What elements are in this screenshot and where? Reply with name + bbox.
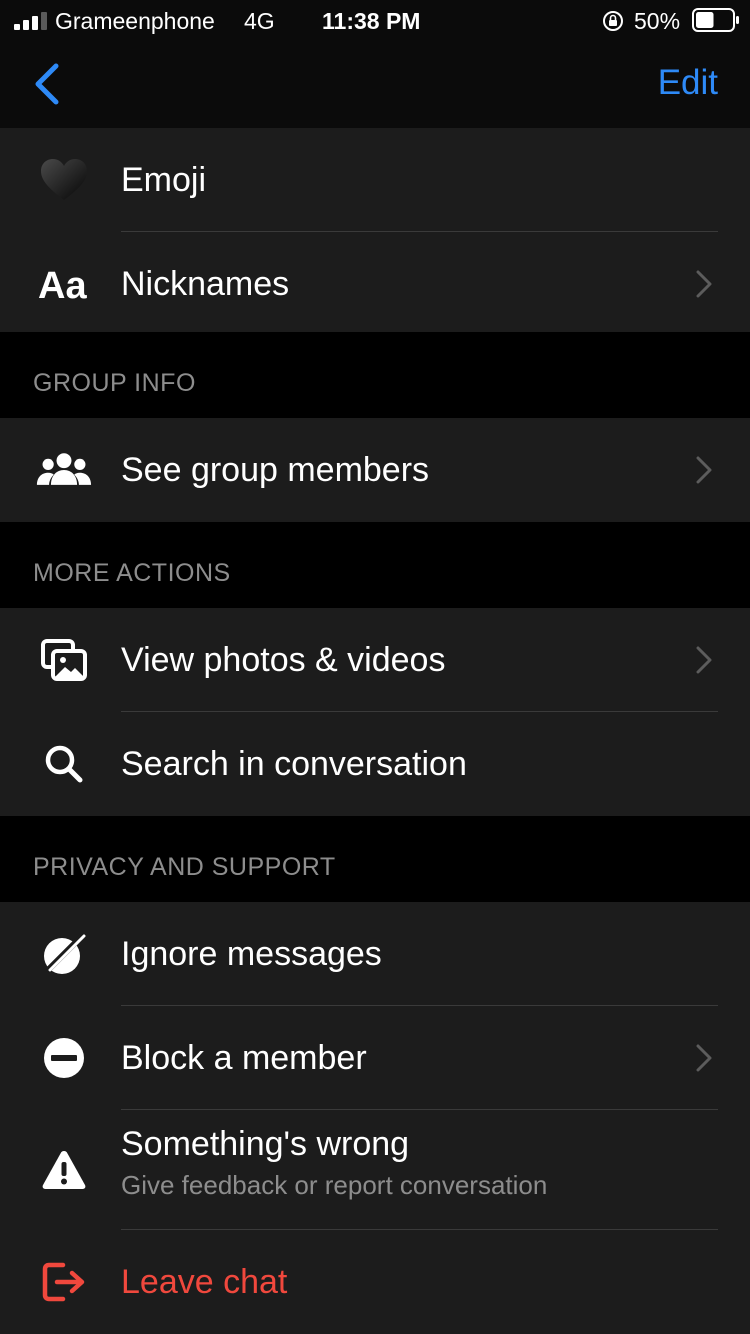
something-wrong-row[interactable]: Something's wrong Give feedback or repor… xyxy=(0,1110,750,1230)
section-header-more-actions: MORE ACTIONS xyxy=(33,559,231,587)
chevron-right-icon xyxy=(696,646,712,674)
chevron-right-icon xyxy=(696,1044,712,1072)
status-time: 11:38 PM xyxy=(322,8,421,34)
people-icon xyxy=(36,444,92,496)
block-icon xyxy=(36,1032,92,1084)
something-wrong-label: Something's wrong xyxy=(121,1125,410,1163)
leave-chat-row[interactable]: Leave chat xyxy=(0,1230,750,1334)
nicknames-label: Nicknames xyxy=(121,265,290,303)
status-bar: Grameenphone 4G 11:38 PM 50% xyxy=(0,0,750,40)
emoji-label: Emoji xyxy=(121,161,207,199)
text-aa-icon: Aa xyxy=(36,258,92,310)
black-heart-icon xyxy=(36,154,92,206)
ignore-messages-label: Ignore messages xyxy=(121,935,382,973)
leave-icon xyxy=(36,1256,92,1308)
chevron-right-icon xyxy=(696,456,712,484)
battery-percent: 50% xyxy=(634,8,681,34)
block-member-label: Block a member xyxy=(121,1039,367,1077)
svg-text:Aa: Aa xyxy=(38,265,87,306)
orientation-lock-icon xyxy=(603,11,623,31)
warning-icon xyxy=(36,1144,92,1196)
navigation-bar: Edit xyxy=(0,40,750,128)
search-in-conversation-row[interactable]: Search in conversation xyxy=(0,712,750,816)
ignore-messages-row[interactable]: Ignore messages xyxy=(0,902,750,1006)
signal-strength-icon xyxy=(14,12,47,30)
photos-icon xyxy=(36,634,92,686)
carrier-name: Grameenphone xyxy=(55,8,215,34)
section-header-group-info: GROUP INFO xyxy=(33,369,196,397)
chevron-right-icon xyxy=(696,270,712,298)
privacy-support-group: Ignore messages Block a member Something… xyxy=(0,902,750,1334)
ignore-icon xyxy=(36,928,92,980)
search-icon xyxy=(36,738,92,790)
battery-icon xyxy=(692,8,739,32)
chevron-left-icon xyxy=(35,63,59,105)
chat-customization-group: Emoji Aa Nicknames xyxy=(0,128,750,332)
nicknames-row[interactable]: Aa Nicknames xyxy=(0,232,750,336)
back-button[interactable] xyxy=(28,62,68,106)
network-type: 4G xyxy=(244,8,275,34)
search-in-conversation-label: Search in conversation xyxy=(121,745,467,783)
more-actions-group: View photos & videos Search in conversat… xyxy=(0,608,750,816)
view-photos-videos-label: View photos & videos xyxy=(121,641,446,679)
edit-button[interactable]: Edit xyxy=(658,60,718,106)
block-member-row[interactable]: Block a member xyxy=(0,1006,750,1110)
see-group-members-row[interactable]: See group members xyxy=(0,418,750,522)
see-group-members-label: See group members xyxy=(121,451,430,489)
emoji-row[interactable]: Emoji xyxy=(0,128,750,232)
group-info-group: See group members xyxy=(0,418,750,522)
leave-chat-label: Leave chat xyxy=(121,1263,288,1301)
something-wrong-sublabel: Give feedback or report conversation xyxy=(121,1170,548,1200)
view-photos-videos-row[interactable]: View photos & videos xyxy=(0,608,750,712)
section-header-privacy-support: PRIVACY AND SUPPORT xyxy=(33,853,336,881)
